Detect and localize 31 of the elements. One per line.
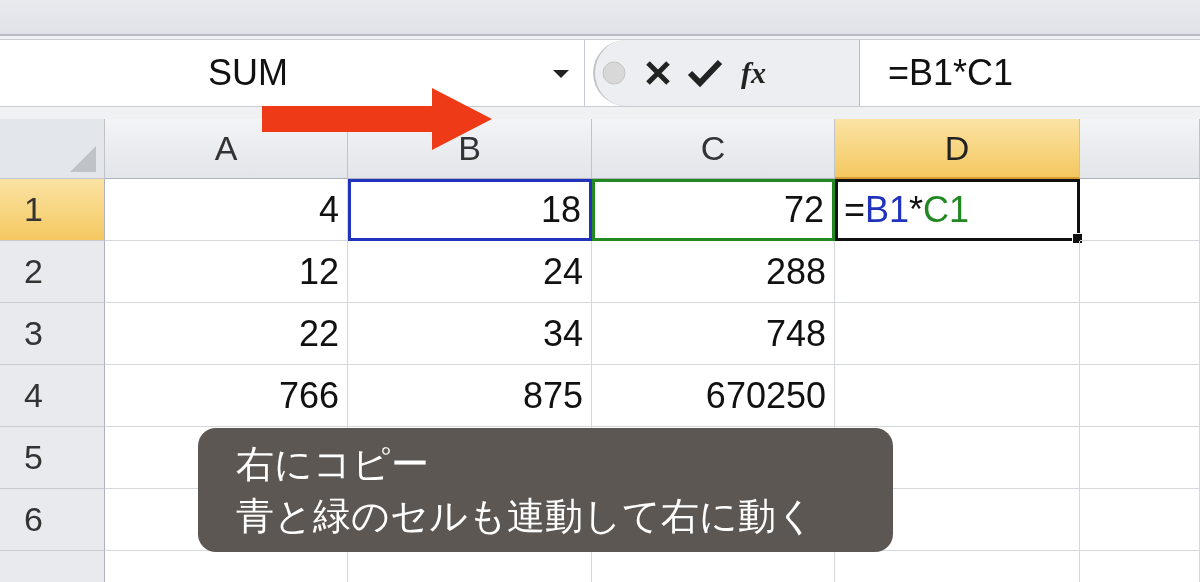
column-header[interactable]: C [592,119,835,179]
table-cell: 875 [348,365,592,427]
fill-handle[interactable] [1072,233,1083,244]
function-button[interactable]: fx [737,56,770,90]
table-cell: 288 [592,241,835,303]
active-cell[interactable]: =B1*C1 [835,179,1080,241]
table-cell: 12 [105,241,348,303]
table-cell: 4 [105,179,348,241]
formula-field[interactable]: =B1*C1 [859,40,1200,106]
row-header[interactable]: 5 [0,427,105,489]
caret-icon[interactable] [553,69,569,79]
table-cell: 748 [592,303,835,365]
column-header[interactable]: D [835,119,1080,179]
triangle-icon [70,146,96,172]
table-cell: 24 [348,241,592,303]
row-header[interactable]: 6 [0,489,105,551]
cell-formula: =B1*C1 [844,189,970,231]
table-cell: 670250 [592,365,835,427]
row-header[interactable]: 3 [0,303,105,365]
row-header[interactable]: 2 [0,241,105,303]
row-header[interactable]: 1 [0,179,105,241]
table-cell: 22 [105,303,348,365]
table-cell: 766 [105,365,348,427]
caption-text: 青と緑のセルも連動して右に動く [236,493,815,540]
table-cell: 34 [348,303,592,365]
caption-text: 右にコピー [236,441,429,488]
column-header[interactable]: A [105,119,348,179]
row-header[interactable]: 4 [0,365,105,427]
referenced-cell[interactable]: 72 [592,179,835,241]
check-icon[interactable] [687,58,723,88]
referenced-cell[interactable]: 18 [348,179,592,241]
